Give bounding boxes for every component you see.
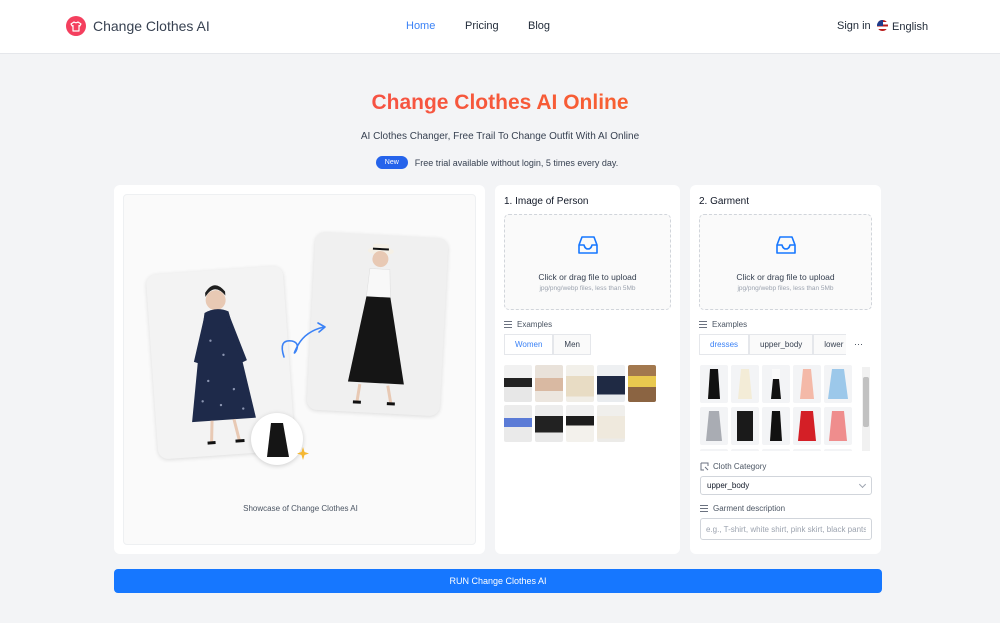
- person-example-thumb[interactable]: [566, 405, 594, 442]
- garment-example-grid: [700, 365, 854, 451]
- garment-example-thumb[interactable]: [793, 365, 821, 403]
- top-header: Change Clothes AI Home Pricing Blog Sign…: [0, 0, 1000, 54]
- garment-example-thumb[interactable]: [700, 407, 728, 445]
- sign-in-link[interactable]: Sign in: [837, 20, 871, 32]
- brand-name: Change Clothes AI: [93, 18, 210, 34]
- cloth-category-select[interactable]: upper_body: [700, 476, 872, 495]
- upload-instruction: Click or drag file to upload: [538, 272, 637, 282]
- scrollbar-thumb[interactable]: [863, 377, 869, 427]
- upload-hint: jpg/png/webp files, less than 5Mb: [737, 285, 834, 292]
- showcase-image: Showcase of Change Clothes AI: [123, 194, 476, 545]
- cloth-category-value: upper_body: [707, 481, 750, 490]
- free-trial-note: New Free trial available without login, …: [0, 156, 1000, 169]
- garment-examples-label: Examples: [699, 320, 747, 329]
- garment-panel-title: 2. Garment: [699, 196, 750, 207]
- inbox-icon: [775, 236, 796, 254]
- garment-example-thumb[interactable]: [793, 407, 821, 445]
- upload-instruction: Click or drag file to upload: [736, 272, 835, 282]
- tab-men[interactable]: Men: [553, 334, 591, 354]
- inbox-icon: [577, 236, 598, 254]
- garment-example-thumb[interactable]: [700, 449, 728, 451]
- more-tabs-icon[interactable]: ···: [854, 339, 863, 349]
- showcase-card: Showcase of Change Clothes AI: [114, 185, 485, 554]
- garment-example-thumb[interactable]: [824, 407, 852, 445]
- garment-example-thumb[interactable]: [731, 407, 759, 445]
- person-example-thumb[interactable]: [504, 405, 532, 442]
- tab-lower[interactable]: lower: [813, 334, 846, 354]
- free-trial-text: Free trial available without login, 5 ti…: [414, 157, 619, 168]
- person-upload-dropzone[interactable]: Click or drag file to upload jpg/png/web…: [504, 214, 671, 310]
- category-icon: [700, 462, 709, 471]
- garment-description-label: Garment description: [700, 504, 785, 513]
- cloth-category-label: Cloth Category: [700, 462, 766, 471]
- person-example-thumb[interactable]: [597, 365, 625, 402]
- list-icon: [699, 321, 707, 328]
- person-example-grid: [504, 365, 656, 442]
- list-icon: [504, 321, 512, 328]
- text-icon: [700, 505, 708, 512]
- brand-logo[interactable]: Change Clothes AI: [66, 16, 210, 36]
- garment-example-thumb[interactable]: [793, 449, 821, 451]
- language-selector[interactable]: English: [877, 20, 928, 33]
- garment-example-thumb[interactable]: [762, 365, 790, 403]
- garment-example-thumb[interactable]: [824, 365, 852, 403]
- person-example-thumb[interactable]: [628, 365, 656, 402]
- person-panel: 1. Image of Person Click or drag file to…: [495, 185, 680, 554]
- nav-blog[interactable]: Blog: [528, 20, 550, 32]
- sparkle-icon: [297, 447, 309, 460]
- garment-example-thumb[interactable]: [762, 449, 790, 451]
- new-badge: New: [375, 156, 408, 169]
- person-example-tabs: Women Men: [504, 334, 591, 355]
- nav-home[interactable]: Home: [406, 20, 435, 32]
- run-button[interactable]: RUN Change Clothes AI: [114, 569, 882, 593]
- garment-grid-scrollbar[interactable]: [862, 367, 870, 451]
- tshirt-icon: [66, 16, 86, 36]
- garment-example-thumb[interactable]: [824, 449, 852, 451]
- garment-example-thumb[interactable]: [762, 407, 790, 445]
- nav-pricing[interactable]: Pricing: [465, 20, 499, 32]
- garment-example-thumb[interactable]: [700, 365, 728, 403]
- tab-women[interactable]: Women: [504, 334, 554, 354]
- tab-upper-body[interactable]: upper_body: [749, 334, 814, 354]
- garment-panel: 2. Garment Click or drag file to upload …: [690, 185, 881, 554]
- tab-dresses[interactable]: dresses: [699, 334, 750, 354]
- chevron-down-icon: [858, 480, 867, 489]
- transform-arrow-icon: [281, 322, 326, 358]
- person-example-thumb[interactable]: [535, 365, 563, 402]
- person-panel-title: 1. Image of Person: [504, 196, 589, 207]
- page-subtitle: AI Clothes Changer, Free Trail To Change…: [360, 131, 640, 142]
- garment-example-thumb[interactable]: [731, 365, 759, 403]
- us-flag-icon: [877, 20, 888, 31]
- upload-hint: jpg/png/webp files, less than 5Mb: [539, 285, 636, 292]
- garment-description-input[interactable]: [700, 518, 872, 540]
- person-example-thumb[interactable]: [535, 405, 563, 442]
- showcase-caption: Showcase of Change Clothes AI: [243, 504, 358, 513]
- person-example-thumb[interactable]: [597, 405, 625, 442]
- language-label: English: [892, 21, 929, 33]
- garment-upload-dropzone[interactable]: Click or drag file to upload jpg/png/web…: [699, 214, 872, 310]
- person-example-thumb[interactable]: [566, 365, 594, 402]
- garment-example-thumb[interactable]: [731, 449, 759, 451]
- garment-example-tabs: dresses upper_body lower: [699, 334, 846, 355]
- person-examples-label: Examples: [504, 320, 552, 329]
- person-example-thumb[interactable]: [504, 365, 532, 402]
- page-title: Change Clothes AI Online: [0, 91, 1000, 115]
